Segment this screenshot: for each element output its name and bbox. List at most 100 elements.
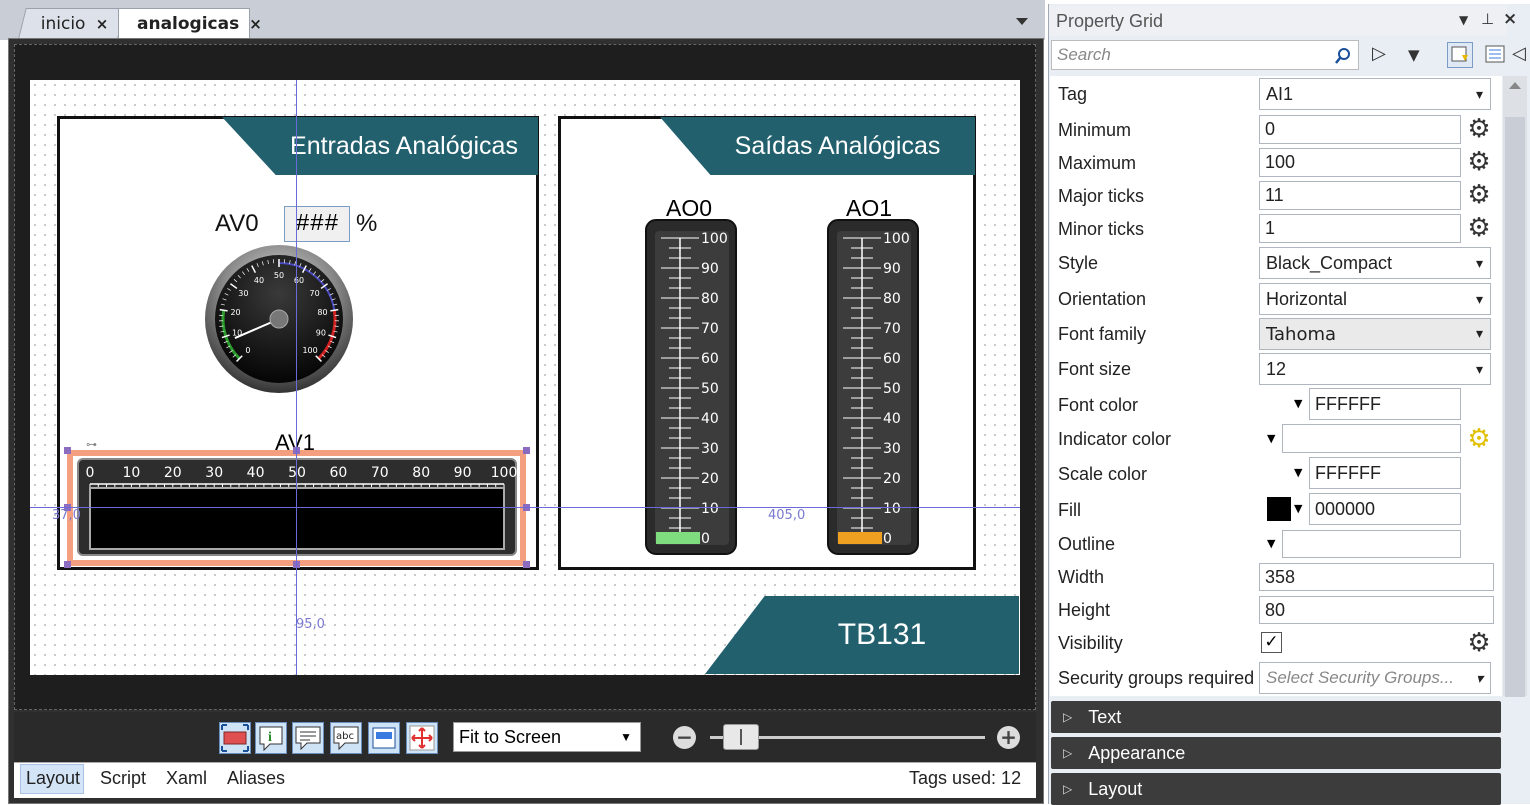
zoom-in-icon[interactable]: + [997, 726, 1020, 749]
prop-label-minimum: Minimum [1058, 120, 1131, 141]
play-icon[interactable]: ▷ [1372, 43, 1386, 64]
chevron-down-icon[interactable]: ▼ [1267, 537, 1275, 550]
pin-icon[interactable]: ⊥ [1481, 10, 1494, 28]
gauge-tick [219, 326, 223, 327]
prop-font-family-select[interactable]: Tahoma [1259, 318, 1491, 350]
ao0-vertical-bar[interactable]: 1009080706050403020100 [645, 219, 739, 555]
chevron-down-icon[interactable]: ▼ [1408, 46, 1420, 64]
av0-value-display[interactable]: ### [284, 206, 350, 242]
gear-icon[interactable]: ⚙ [1466, 630, 1492, 656]
select-area-icon[interactable] [219, 722, 251, 754]
resize-handle[interactable] [523, 447, 530, 454]
gear-icon[interactable]: ⚙ [1466, 182, 1492, 208]
gear-active-icon[interactable]: ⚙ [1466, 426, 1492, 452]
prop-value: 000000 [1315, 499, 1375, 520]
info-icon[interactable]: i [255, 722, 287, 754]
comment-icon[interactable] [292, 722, 324, 754]
visibility-checkbox[interactable]: ✓ [1261, 632, 1282, 653]
prop-label-height: Height [1058, 600, 1110, 621]
resize-handle[interactable] [64, 561, 71, 568]
prop-width-input[interactable]: 358 [1259, 563, 1494, 591]
av0-gauge[interactable]: 0102030405060708090100 [203, 243, 355, 395]
prop-fill-input[interactable]: 000000 [1309, 493, 1461, 525]
form-icon[interactable] [368, 722, 400, 754]
tab-layout[interactable]: Layout [26, 768, 80, 789]
link-icon: ⊶ [86, 438, 112, 450]
zoom-slider-thumb[interactable] [723, 724, 759, 750]
property-scrollbar[interactable] [1503, 76, 1527, 696]
prop-font-size-select[interactable]: 12 [1259, 353, 1491, 385]
vbar-tick-label: 10 [701, 501, 719, 517]
banner-entradas: Entradas Analógicas [222, 117, 538, 175]
zoom-select[interactable]: Fit to Screen ▼ [453, 722, 641, 752]
guide-line-vertical [296, 80, 297, 675]
abc-icon[interactable]: abc [330, 722, 362, 754]
vbar-tick-label: 100 [701, 231, 728, 247]
chevron-down-icon[interactable]: ▼ [1267, 432, 1275, 445]
zoom-value: Fit to Screen [459, 727, 561, 748]
close-icon[interactable]: × [96, 15, 109, 33]
gear-icon[interactable]: ⚙ [1466, 149, 1492, 175]
ao1-vertical-bar[interactable]: 1009080706050403020100 [827, 219, 921, 555]
tab-aliases[interactable]: Aliases [227, 768, 285, 789]
prop-minor-ticks-input[interactable]: 1 [1259, 214, 1461, 243]
prop-security-select[interactable]: Select Security Groups... [1259, 662, 1491, 694]
tab-analogicas[interactable]: analogicas × [118, 8, 250, 38]
gear-icon[interactable]: ⚙ [1466, 116, 1492, 142]
svg-text:i: i [268, 730, 272, 745]
prop-scale-color-input[interactable]: FFFFFF [1309, 457, 1461, 489]
vbar-tick-label: 40 [883, 411, 901, 427]
category-appearance[interactable]: ▷Appearance [1051, 737, 1501, 769]
close-icon[interactable]: × [249, 15, 262, 33]
prop-outline-input[interactable] [1282, 530, 1461, 558]
alphabetical-view-icon[interactable] [1483, 42, 1509, 68]
resize-handle[interactable] [64, 447, 71, 454]
zoom-out-icon[interactable]: − [673, 726, 696, 749]
gauge-tick-label: 30 [238, 289, 248, 298]
tab-inicio[interactable]: inicio × [18, 8, 125, 38]
chevron-down-icon: ▼ [620, 730, 632, 744]
close-icon[interactable]: × [1503, 9, 1517, 29]
category-label: Layout [1088, 779, 1142, 800]
prop-height-input[interactable]: 80 [1259, 596, 1494, 624]
tab-script[interactable]: Script [100, 768, 146, 789]
chevron-down-icon[interactable]: ▼ [1294, 397, 1302, 410]
panel-title: Property Grid [1056, 11, 1163, 32]
tab-xaml[interactable]: Xaml [166, 768, 207, 789]
prop-maximum-input[interactable]: 100 [1259, 148, 1461, 177]
vbar-tick-label: 80 [883, 291, 901, 307]
tags-used-count: Tags used: 12 [909, 768, 1021, 789]
prop-tag-select[interactable]: AI1 [1259, 78, 1491, 110]
search-placeholder: Search [1057, 45, 1111, 65]
fill-color-swatch[interactable] [1267, 497, 1291, 521]
property-grid-title: Property Grid [1049, 6, 1507, 36]
prop-label-style: Style [1058, 253, 1098, 274]
resize-icon[interactable] [406, 722, 438, 754]
prop-value: 80 [1265, 600, 1285, 621]
property-search-input[interactable]: Search [1051, 40, 1359, 70]
tab-list-dropdown-icon[interactable] [1016, 18, 1028, 25]
categorized-view-icon[interactable] [1447, 42, 1473, 68]
collapse-icon[interactable]: ◁ [1512, 43, 1526, 64]
prop-orientation-select[interactable]: Horizontal [1259, 283, 1491, 315]
prop-major-ticks-input[interactable]: 11 [1259, 181, 1461, 210]
font-color-swatch[interactable] [1267, 392, 1291, 416]
prop-minimum-input[interactable]: 0 [1259, 115, 1461, 144]
panel-menu-icon[interactable]: ▼ [1459, 13, 1468, 27]
hbar-tick-label: 100 [491, 465, 517, 481]
prop-font-color-input[interactable]: FFFFFF [1309, 388, 1461, 420]
prop-value: FFFFFF [1315, 463, 1381, 484]
chevron-down-icon[interactable]: ▼ [1294, 466, 1302, 479]
gauge-tick-label: 90 [316, 329, 326, 338]
category-text[interactable]: ▷Text [1051, 701, 1501, 733]
resize-handle[interactable] [523, 561, 530, 568]
prop-indicator-color-input[interactable] [1282, 424, 1461, 453]
chevron-down-icon[interactable]: ▼ [1294, 502, 1302, 515]
category-layout[interactable]: ▷Layout [1051, 773, 1501, 805]
gear-icon[interactable]: ⚙ [1466, 215, 1492, 241]
guide-line-horizontal [30, 507, 1020, 508]
hbar-tick-label: 10 [122, 465, 140, 481]
scale-color-swatch[interactable] [1267, 461, 1291, 485]
vbar-tick-label: 50 [701, 381, 719, 397]
prop-style-select[interactable]: Black_Compact [1259, 247, 1491, 279]
